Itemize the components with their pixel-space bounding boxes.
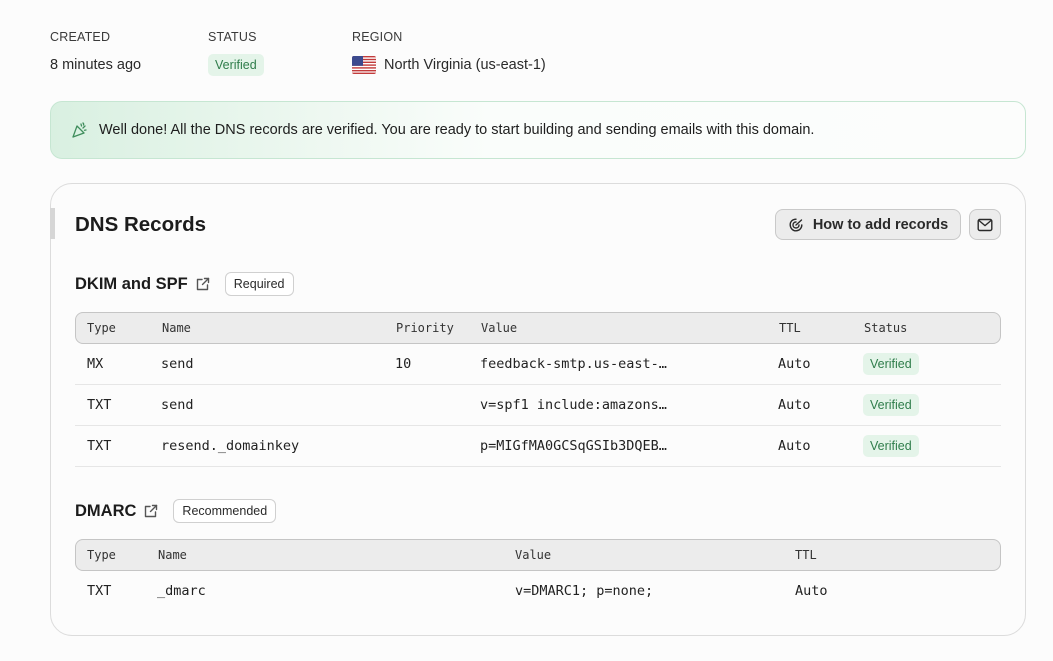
how-to-add-records-label: How to add records	[812, 216, 949, 233]
record-type: TXT	[87, 397, 112, 413]
dmarc-title: DMARC	[75, 501, 137, 520]
table-row: TXT _dmarc v=DMARC1; p=none; Auto	[75, 571, 1001, 612]
status-badge: Verified	[863, 435, 919, 457]
dkim-spf-title: DKIM and SPF	[75, 274, 188, 293]
region-column: REGION North Virginia (us-east-1)	[352, 29, 546, 75]
record-type: MX	[87, 356, 104, 372]
how-to-add-records-button[interactable]: How to add records	[775, 209, 961, 240]
record-value[interactable]: p=MIGfMA0GCSqGSIb3DQEB…	[480, 426, 667, 466]
created-value: 8 minutes ago	[50, 57, 142, 73]
card-accent-bar	[50, 208, 55, 239]
status-value-wrap: Verified	[208, 54, 352, 76]
record-name[interactable]: send	[161, 385, 194, 425]
status-badge: Verified	[863, 394, 919, 416]
table-header: Type Name Priority Value TTL Status	[75, 312, 1001, 344]
record-name[interactable]: resend._domainkey	[161, 426, 299, 466]
region-value: North Virginia (us-east-1)	[384, 57, 546, 73]
email-records-button[interactable]	[969, 209, 1001, 240]
us-flag-icon	[352, 56, 376, 74]
col-name: Name	[162, 321, 191, 335]
record-ttl: Auto	[795, 583, 828, 599]
record-name[interactable]: send	[161, 344, 194, 384]
col-ttl: TTL	[779, 321, 801, 335]
banner-message: Well done! All the DNS records are verif…	[99, 122, 815, 138]
col-type: Type	[87, 548, 116, 562]
created-column: CREATED 8 minutes ago	[50, 29, 208, 75]
dmarc-header: DMARC Recommended	[75, 499, 277, 523]
dkim-spf-header: DKIM and SPF Required	[75, 272, 294, 296]
table-row: MX send 10 feedback-smtp.us-east-… Auto …	[75, 344, 1001, 385]
dkim-spf-table: Type Name Priority Value TTL Status MX s…	[75, 312, 1001, 467]
party-popper-icon	[71, 121, 89, 139]
record-value[interactable]: feedback-smtp.us-east-…	[480, 344, 667, 384]
region-label: REGION	[352, 30, 403, 44]
dns-records-title: DNS Records	[75, 213, 207, 236]
col-priority: Priority	[396, 321, 454, 335]
success-banner: Well done! All the DNS records are verif…	[50, 101, 1026, 159]
record-value[interactable]: v=spf1 include:amazons…	[480, 385, 667, 425]
col-value: Value	[515, 548, 552, 562]
record-priority: 10	[395, 356, 412, 372]
record-type: TXT	[87, 438, 112, 454]
table-header: Type Name Value TTL	[75, 539, 1001, 571]
table-row: TXT resend._domainkey p=MIGfMA0GCSqGSIb3…	[75, 426, 1001, 467]
col-ttl: TTL	[795, 548, 817, 562]
record-type: TXT	[87, 583, 112, 599]
status-badge: Verified	[863, 353, 919, 375]
external-link-icon[interactable]	[143, 503, 159, 519]
brain-icon	[788, 217, 804, 233]
domain-meta: CREATED 8 minutes ago STATUS Verified RE…	[50, 29, 546, 76]
status-badge: Verified	[208, 54, 264, 76]
status-label: STATUS	[208, 30, 257, 44]
record-value[interactable]: v=DMARC1; p=none;	[515, 571, 653, 611]
col-status: Status	[864, 321, 908, 335]
col-value: Value	[481, 321, 518, 335]
dmarc-table: Type Name Value TTL TXT _dmarc v=DMARC1;…	[75, 539, 1001, 612]
record-status: Verified	[863, 344, 919, 384]
col-type: Type	[87, 321, 116, 335]
required-tag: Required	[224, 272, 294, 296]
recommended-tag: Recommended	[173, 499, 277, 523]
region-value-wrap: North Virginia (us-east-1)	[352, 55, 546, 75]
record-status: Verified	[863, 426, 919, 466]
mail-icon	[977, 218, 993, 232]
record-name[interactable]: _dmarc	[157, 571, 206, 611]
dns-records-card: DNS Records How to add records DKIM and …	[50, 183, 1026, 636]
record-ttl: Auto	[778, 397, 811, 413]
status-column: STATUS Verified	[208, 29, 352, 76]
created-label: CREATED	[50, 30, 111, 44]
table-row: TXT send v=spf1 include:amazons… Auto Ve…	[75, 385, 1001, 426]
external-link-icon[interactable]	[195, 276, 211, 292]
record-status: Verified	[863, 385, 919, 425]
record-ttl: Auto	[778, 438, 811, 454]
col-name: Name	[158, 548, 187, 562]
record-ttl: Auto	[778, 356, 811, 372]
